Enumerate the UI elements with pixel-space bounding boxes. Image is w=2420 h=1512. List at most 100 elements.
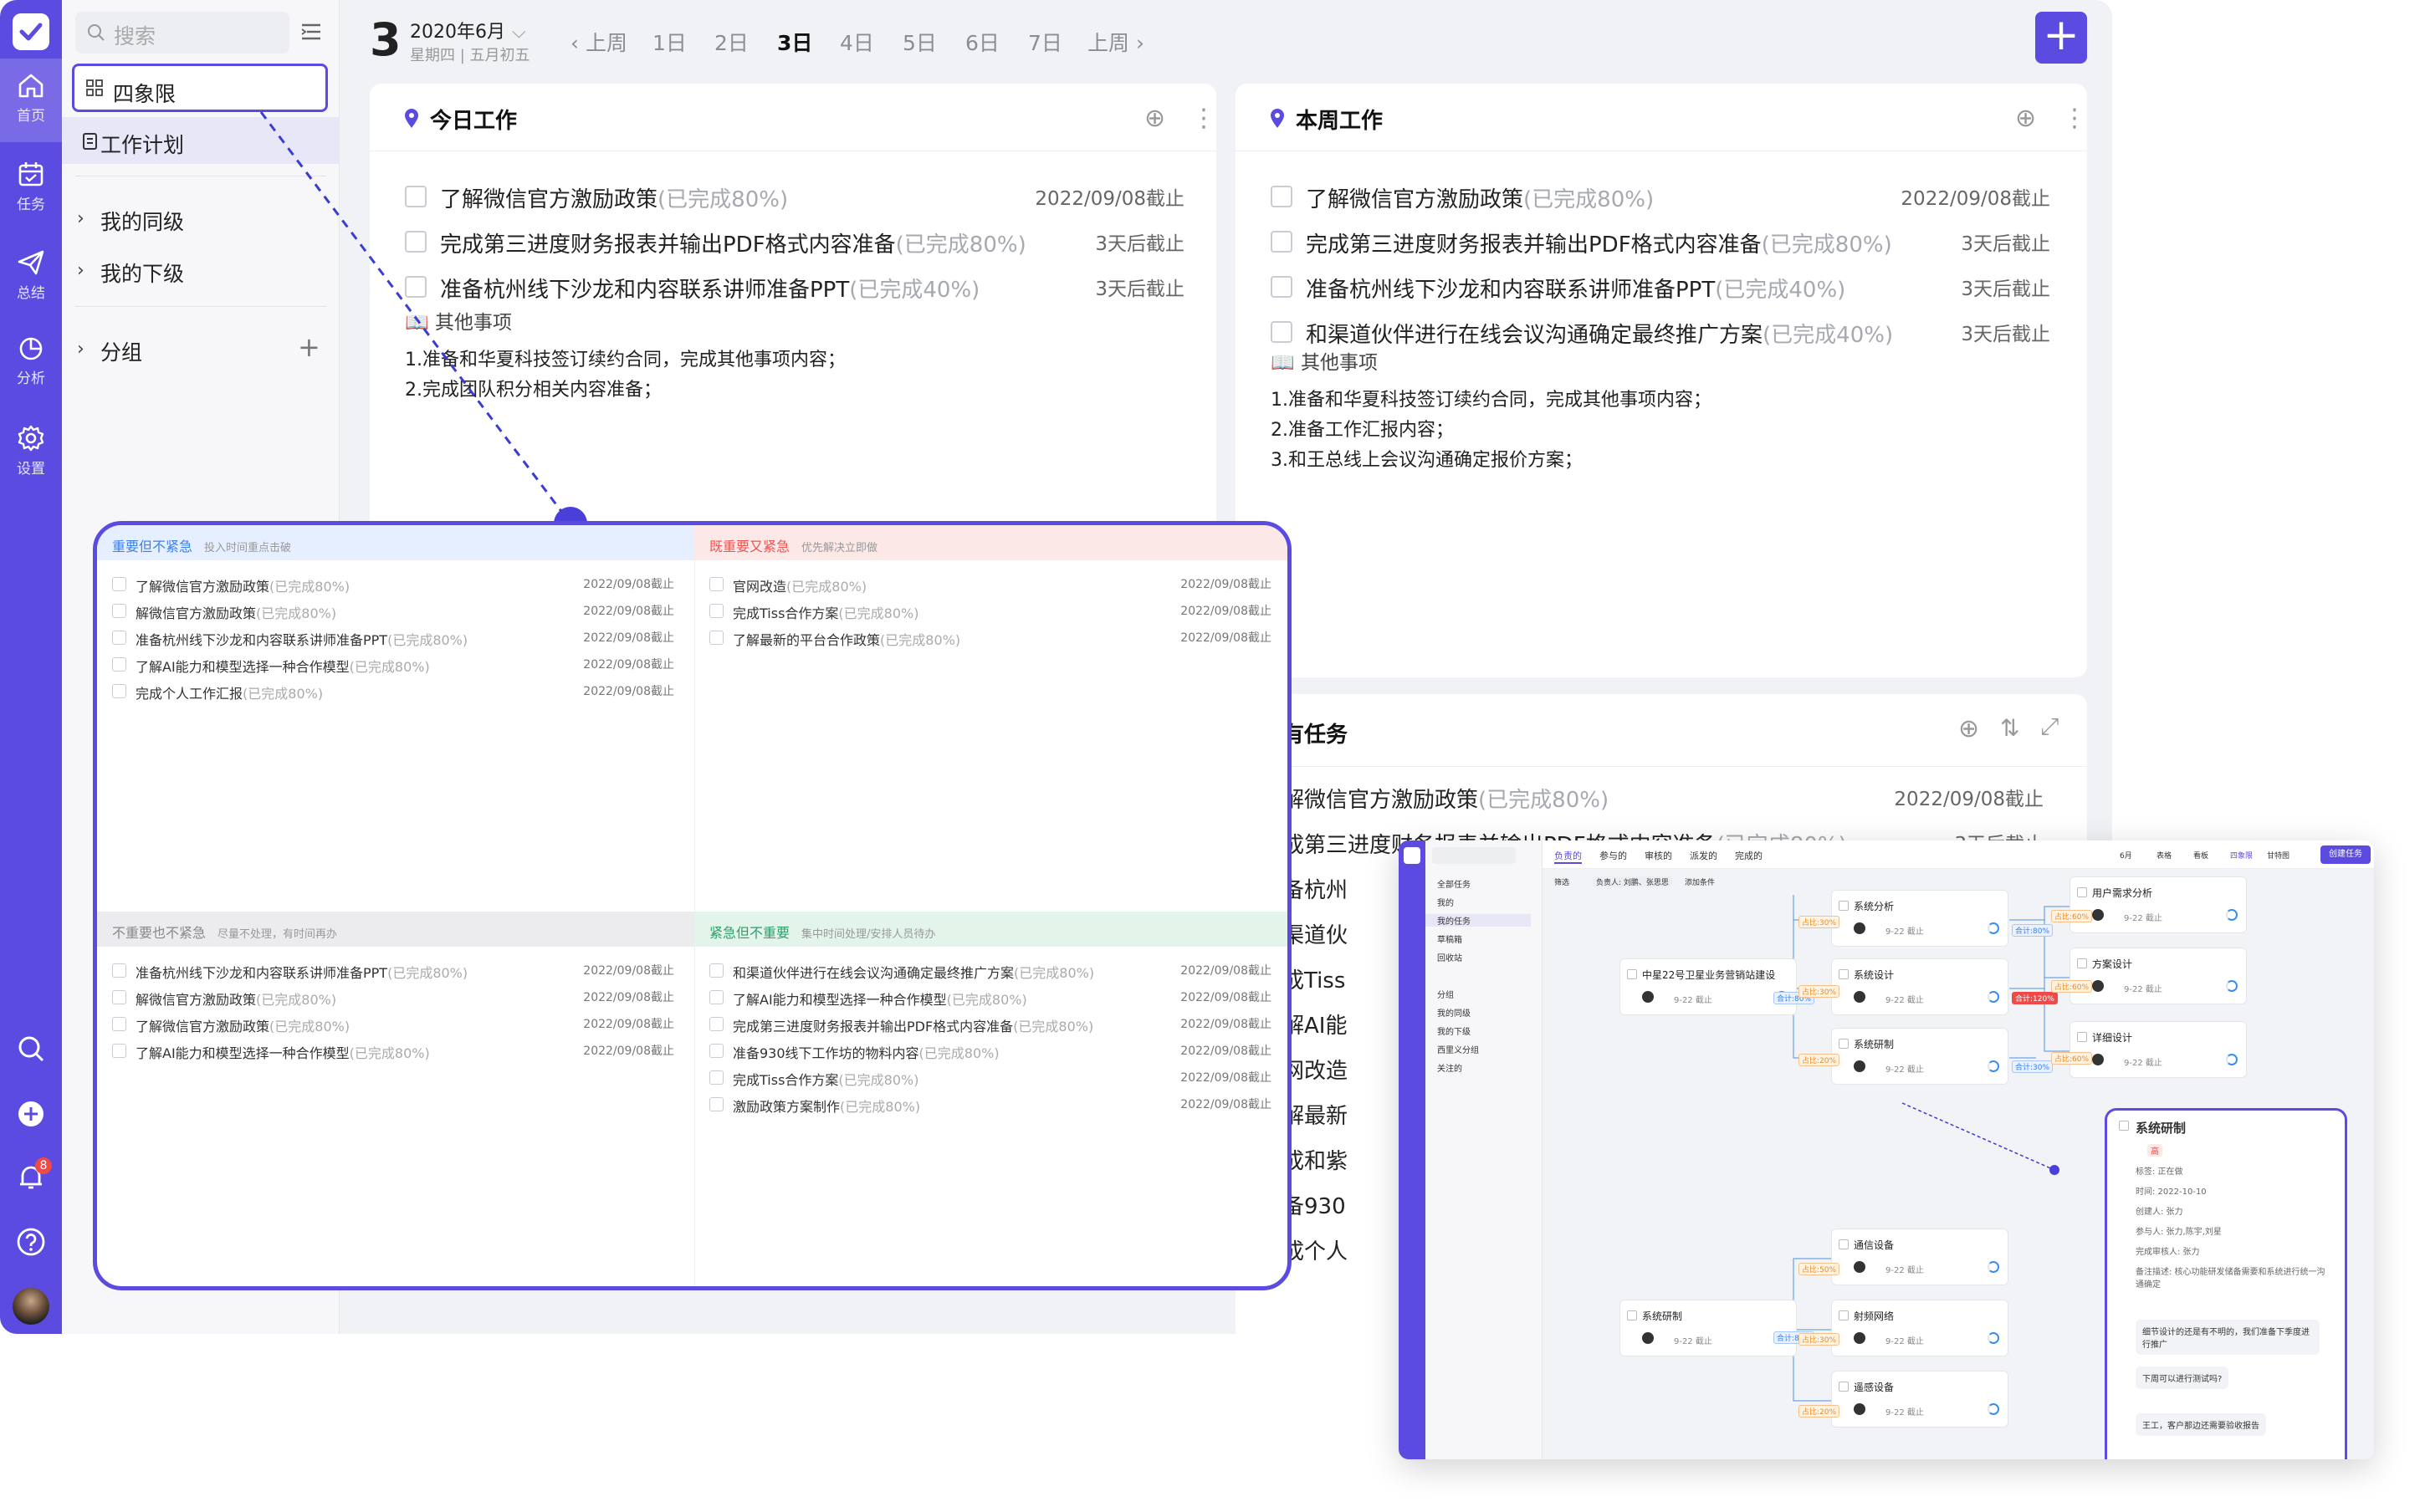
mini-filter-chip[interactable]: 筛选 <box>1554 876 1569 887</box>
mini-sidebar-item[interactable]: 草稿箱 <box>1437 932 1462 945</box>
task-checkbox[interactable] <box>112 1044 126 1058</box>
task-checkbox[interactable] <box>112 657 126 672</box>
mini-tab[interactable]: 参与的 <box>1599 849 1627 862</box>
mini-checkbox[interactable] <box>1839 969 1849 979</box>
mini-sidebar-item[interactable]: 关注的 <box>1437 1061 1462 1074</box>
mini-task-node[interactable]: 遥感设备 9-22 截止 <box>1831 1371 2008 1428</box>
quadrant-task[interactable]: 完成第三进度财务报表并输出PDF格式内容准备(已完成80%) 2022/09/08… <box>709 1014 1271 1039</box>
mini-checkbox[interactable] <box>1839 1382 1849 1392</box>
quadrant-task[interactable]: 激励政策方案制作(已完成80%) 2022/09/08截止 <box>709 1094 1271 1119</box>
task-text: 完成Tiss合作方案(已完成80%) <box>733 1069 918 1089</box>
mini-sidebar-item[interactable]: 分组 <box>1437 988 1454 1000</box>
quadrant-task[interactable]: 了解AI能力和模型选择一种合作模型(已完成80%) 2022/09/08截止 <box>112 654 674 679</box>
mini-sidebar-item[interactable]: 全部任务 <box>1437 877 1471 890</box>
task-checkbox[interactable] <box>709 963 724 978</box>
mini-tab[interactable]: 负责的 <box>1554 849 1582 864</box>
mini-tab[interactable]: 完成的 <box>1735 849 1763 862</box>
task-checkbox[interactable] <box>709 577 724 591</box>
quadrant-task[interactable]: 准备930线下工作坊的物料内容(已完成80%) 2022/09/08截止 <box>709 1040 1271 1065</box>
task-checkbox[interactable] <box>112 990 126 1004</box>
mini-view-switch[interactable]: 四象限 <box>2230 850 2253 861</box>
mini-filter-chip[interactable]: 负责人: 刘鹏、张思思 <box>1593 876 1672 887</box>
quadrant-task[interactable]: 了解AI能力和模型选择一种合作模型(已完成80%) 2022/09/08截止 <box>709 987 1271 1012</box>
task-text: 了解AI能力和模型选择一种合作模型(已完成80%) <box>733 988 1027 1009</box>
mini-filter-chip[interactable]: 添加条件 <box>1685 876 1715 887</box>
mini-view-switch[interactable]: 表格 <box>2157 850 2172 861</box>
quadrant-task[interactable]: 完成Tiss合作方案(已完成80%) 2022/09/08截止 <box>709 1067 1271 1092</box>
quadrant-task[interactable]: 完成Tiss合作方案(已完成80%) 2022/09/08截止 <box>709 600 1271 626</box>
task-title: 准备杭州线下沙龙和内容联系讲师准备PPT <box>136 632 388 648</box>
progress-ring-icon <box>1988 1261 1999 1273</box>
mini-checkbox[interactable] <box>1627 1310 1637 1320</box>
mini-checkbox[interactable] <box>2077 1032 2087 1042</box>
task-checkbox[interactable] <box>709 604 724 618</box>
mini-checkbox[interactable] <box>2119 1121 2129 1131</box>
mini-checkbox[interactable] <box>1839 1039 1849 1049</box>
task-checkbox[interactable] <box>709 1044 724 1058</box>
mini-view-switch[interactable]: 甘特图 <box>2267 850 2290 861</box>
mini-task-node[interactable]: 系统设计 9-22 截止 <box>1831 958 2008 1015</box>
task-checkbox[interactable] <box>112 604 126 618</box>
mini-task-node[interactable]: 通信设备 9-22 截止 <box>1831 1228 2008 1285</box>
mini-sidebar-item[interactable]: 回收站 <box>1437 951 1462 963</box>
mini-sidebar-item[interactable]: 我的 <box>1437 896 1454 908</box>
mini-checkbox[interactable] <box>1839 901 1849 911</box>
mini-task-node[interactable]: 中星22号卫星业务营销站建设 9-22 截止 <box>1619 958 1797 1015</box>
mini-node-date: 9-22 截止 <box>1885 996 1924 1005</box>
quadrant-task[interactable]: 解微信官方激励政策(已完成80%) 2022/09/08截止 <box>112 600 674 626</box>
task-checkbox[interactable] <box>112 963 126 978</box>
task-checkbox[interactable] <box>709 1017 724 1031</box>
task-checkbox[interactable] <box>709 990 724 1004</box>
quadrant-task[interactable]: 了解最新的平台合作政策(已完成80%) 2022/09/08截止 <box>709 627 1271 652</box>
mini-create-button[interactable]: 创建任务 <box>2320 845 2371 864</box>
mini-node-title: 中星22号卫星业务营销站建设 <box>1642 969 1776 981</box>
quadrant-task[interactable]: 了解微信官方激励政策(已完成80%) 2022/09/08截止 <box>112 1014 674 1039</box>
mini-percent-tag: 合计:80% <box>2012 924 2054 937</box>
mini-task-node[interactable]: 系统分析 9-22 截止 <box>1831 890 2008 947</box>
task-deadline: 2022/09/08截止 <box>583 685 674 698</box>
mini-view-switch[interactable]: 看板 <box>2193 850 2208 861</box>
mini-task-node[interactable]: 系统研制 9-22 截止 <box>1619 1300 1797 1356</box>
task-checkbox[interactable] <box>709 1097 724 1111</box>
task-checkbox[interactable] <box>112 1017 126 1031</box>
mini-view-switch[interactable]: 6月 <box>2120 850 2132 861</box>
mini-checkbox[interactable] <box>1627 969 1637 979</box>
quadrant-task[interactable]: 和渠道伙伴进行在线会议沟通确定最终推广方案(已完成80%) 2022/09/08截… <box>709 960 1271 985</box>
mini-tab[interactable]: 派发的 <box>1690 849 1717 862</box>
mini-task-node[interactable]: 用户需求分析 9-22 截止 <box>2070 876 2247 933</box>
quadrant-task[interactable]: 完成个人工作汇报(已完成80%) 2022/09/08截止 <box>112 681 674 706</box>
mini-checkbox[interactable] <box>2077 958 2087 968</box>
quadrant-task[interactable]: 了解AI能力和模型选择一种合作模型(已完成80%) 2022/09/08截止 <box>112 1040 674 1065</box>
task-text: 完成个人工作汇报(已完成80%) <box>136 682 323 702</box>
task-checkbox[interactable] <box>709 631 724 645</box>
mini-tab[interactable]: 审核的 <box>1645 849 1672 862</box>
task-checkbox[interactable] <box>112 577 126 591</box>
quadrant-task[interactable]: 准备杭州线下沙龙和内容联系讲师准备PPT(已完成80%) 2022/09/08截止 <box>112 627 674 652</box>
task-checkbox[interactable] <box>112 631 126 645</box>
mini-checkbox[interactable] <box>1839 1310 1849 1320</box>
mini-sidebar-item[interactable]: 我的下级 <box>1437 1024 1471 1037</box>
mini-task-node[interactable]: 系统研制 9-22 截止 <box>1831 1028 2008 1085</box>
mini-sidebar-item[interactable]: 西里义分组 <box>1437 1043 1479 1055</box>
task-checkbox[interactable] <box>709 1070 724 1085</box>
quadrant-task[interactable]: 官网改造(已完成80%) 2022/09/08截止 <box>709 574 1271 599</box>
mini-sidebar-item[interactable]: 我的同级 <box>1437 1006 1471 1019</box>
mini-sidebar-item[interactable]: 我的任务 <box>1425 914 1531 927</box>
avatar <box>1854 1332 1865 1344</box>
mini-task-node[interactable]: 方案设计 9-22 截止 <box>2070 948 2247 1004</box>
task-checkbox[interactable] <box>112 684 126 698</box>
mini-node-date: 9-22 截止 <box>1674 996 1712 1005</box>
task-title: 解微信官方激励政策 <box>136 992 257 1008</box>
mini-node-title: 通信设备 <box>1854 1239 1895 1251</box>
task-title: 完成Tiss合作方案 <box>733 1072 839 1088</box>
mini-task-node[interactable]: 射频网络 9-22 截止 <box>1831 1300 2008 1356</box>
quadrant-task[interactable]: 解微信官方激励政策(已完成80%) 2022/09/08截止 <box>112 987 674 1012</box>
mini-checkbox[interactable] <box>1839 1239 1849 1249</box>
quadrant-task[interactable]: 了解微信官方激励政策(已完成80%) 2022/09/08截止 <box>112 574 674 599</box>
quadrant-task[interactable]: 准备杭州线下沙龙和内容联系讲师准备PPT(已完成80%) 2022/09/08截止 <box>112 960 674 985</box>
mini-percent-tag: 占比:20% <box>1798 1405 1840 1418</box>
mini-task-node[interactable]: 详细设计 9-22 截止 <box>2070 1021 2247 1078</box>
mini-search[interactable] <box>1432 847 1516 864</box>
mini-checkbox[interactable] <box>2077 887 2087 897</box>
mini-node-title: 方案设计 <box>2092 958 2133 970</box>
